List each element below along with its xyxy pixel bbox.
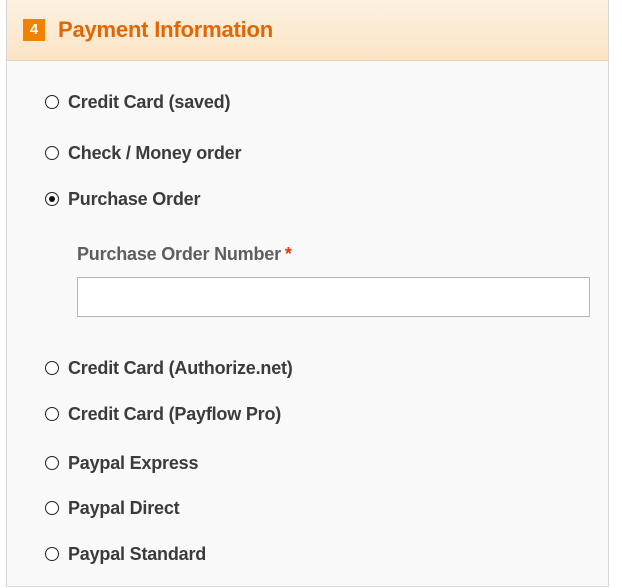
payment-option-credit-card-saved[interactable]: Credit Card (saved)	[45, 89, 230, 115]
purchase-order-number-input[interactable]	[77, 277, 590, 317]
payment-option-label: Paypal Standard	[68, 543, 207, 564]
payment-option-label: Paypal Express	[68, 452, 199, 473]
radio-button[interactable]	[45, 456, 59, 470]
payment-option-paypal-direct[interactable]: Paypal Direct	[45, 495, 180, 521]
payment-option-paypal-express[interactable]: Paypal Express	[45, 450, 198, 476]
payment-option-paypal-standard[interactable]: Paypal Standard	[45, 541, 206, 567]
payment-option-label: Credit Card (saved)	[68, 91, 231, 112]
section-title[interactable]: Payment Information	[58, 16, 273, 44]
payment-option-credit-card-authorize-net[interactable]: Credit Card (Authorize.net)	[45, 355, 293, 381]
radio-button[interactable]	[45, 146, 59, 160]
payment-option-label: Purchase Order	[68, 188, 201, 209]
payment-option-purchase-order[interactable]: Purchase Order	[45, 186, 200, 212]
payment-option-label: Check / Money order	[68, 142, 242, 163]
payment-option-credit-card-payflow-pro[interactable]: Credit Card (Payflow Pro)	[45, 401, 281, 427]
payment-option-check-money-order[interactable]: Check / Money order	[45, 140, 241, 166]
radio-button-selected[interactable]	[45, 192, 59, 206]
step-number-badge: 4	[23, 19, 45, 41]
radio-button[interactable]	[45, 547, 59, 561]
section-header: 4 Payment Information	[7, 0, 608, 61]
payment-option-label: Paypal Direct	[68, 497, 180, 518]
radio-button[interactable]	[45, 95, 59, 109]
purchase-order-number-text: Purchase Order Number	[77, 244, 281, 264]
purchase-order-number-label: Purchase Order Number *	[77, 244, 292, 265]
required-marker: *	[284, 244, 292, 264]
radio-button[interactable]	[45, 361, 59, 375]
payment-option-label: Credit Card (Authorize.net)	[68, 357, 293, 378]
payment-option-label: Credit Card (Payflow Pro)	[68, 403, 282, 424]
radio-button[interactable]	[45, 407, 59, 421]
radio-button[interactable]	[45, 501, 59, 515]
